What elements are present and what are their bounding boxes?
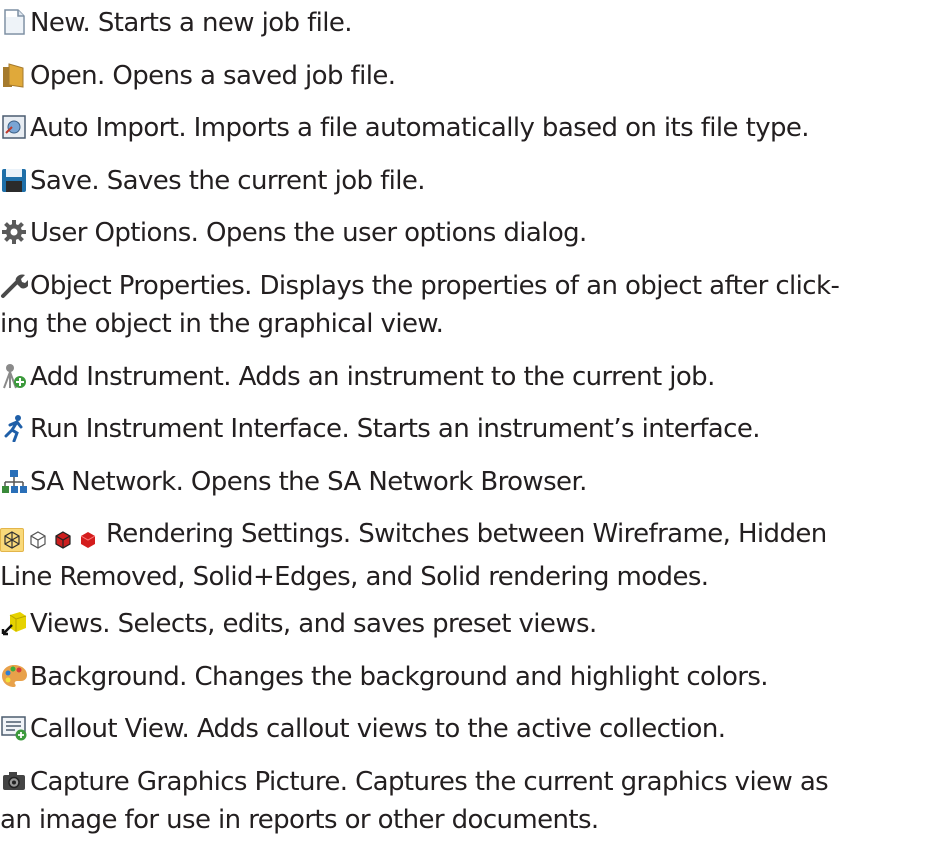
list-item-rendering-settings: Rendering Settings. Switches between Wir… <box>0 515 925 596</box>
views-cube-icon <box>0 609 28 637</box>
list-item-user-options: User Options. Opens the user options dia… <box>0 214 933 252</box>
solid-edges-icon <box>55 530 71 549</box>
item-text-line2: Line Removed, Solid+Edges, and Solid ren… <box>0 562 709 592</box>
list-item-run-instrument-interface: Run Instrument Interface. Starts an inst… <box>0 410 933 448</box>
item-text-line2: an image for use in reports or other doc… <box>0 805 599 835</box>
list-item-add-instrument: Add Instrument. Adds an instrument to th… <box>0 358 933 396</box>
add-instrument-icon <box>0 362 28 390</box>
rendering-modes-icons <box>0 520 102 558</box>
list-item-auto-import: Auto Import. Imports a file automaticall… <box>0 109 933 147</box>
list-item-save: Save. Saves the current job file. <box>0 162 933 200</box>
list-item-object-properties: Object Properties. Displays the properti… <box>0 267 925 343</box>
item-text: Auto Import. Imports a file automaticall… <box>30 113 810 143</box>
toolbar-help-list: New. Starts a new job file. Open. Opens … <box>0 0 933 860</box>
solid-icon <box>80 531 96 548</box>
wrench-icon <box>0 271 28 299</box>
item-text: New. Starts a new job file. <box>30 8 353 38</box>
item-text: Background. Changes the background and h… <box>30 662 769 692</box>
item-text-line1: Rendering Settings. Switches between Wir… <box>106 519 827 549</box>
network-icon <box>0 467 28 495</box>
list-item-new: New. Starts a new job file. <box>0 4 933 42</box>
list-item-views: Views. Selects, edits, and saves preset … <box>0 605 933 643</box>
list-item-background: Background. Changes the background and h… <box>0 658 933 696</box>
list-item-open: Open. Opens a saved job file. <box>0 57 933 95</box>
wireframe-icon <box>0 527 24 552</box>
list-item-capture-graphics-picture: Capture Graphics Picture. Captures the c… <box>0 763 925 839</box>
open-folder-icon <box>0 61 28 89</box>
palette-icon <box>0 662 28 690</box>
list-item-callout-view: Callout View. Adds callout views to the … <box>0 710 933 748</box>
item-text-line1: Capture Graphics Picture. Captures the c… <box>30 767 829 797</box>
item-text-line1: Object Properties. Displays the properti… <box>30 271 840 301</box>
item-text: User Options. Opens the user options dia… <box>30 218 587 248</box>
item-text-line2: ing the object in the graphical view. <box>0 309 444 339</box>
item-text: SA Network. Opens the SA Network Browser… <box>30 467 587 497</box>
new-file-icon <box>0 8 28 36</box>
save-floppy-icon <box>0 166 28 194</box>
hidden-line-icon <box>30 530 46 549</box>
item-text: Add Instrument. Adds an instrument to th… <box>30 362 715 392</box>
item-text: Callout View. Adds callout views to the … <box>30 714 726 744</box>
callout-view-icon <box>0 714 28 742</box>
auto-import-icon <box>0 113 28 141</box>
list-item-sa-network: SA Network. Opens the SA Network Browser… <box>0 463 933 501</box>
item-text: Open. Opens a saved job file. <box>30 61 396 91</box>
camera-icon <box>0 767 28 795</box>
gear-icon <box>0 218 28 246</box>
item-text: Save. Saves the current job file. <box>30 166 426 196</box>
item-text: Views. Selects, edits, and saves preset … <box>30 609 597 639</box>
item-text: Run Instrument Interface. Starts an inst… <box>30 414 760 444</box>
running-figure-icon <box>0 414 28 442</box>
